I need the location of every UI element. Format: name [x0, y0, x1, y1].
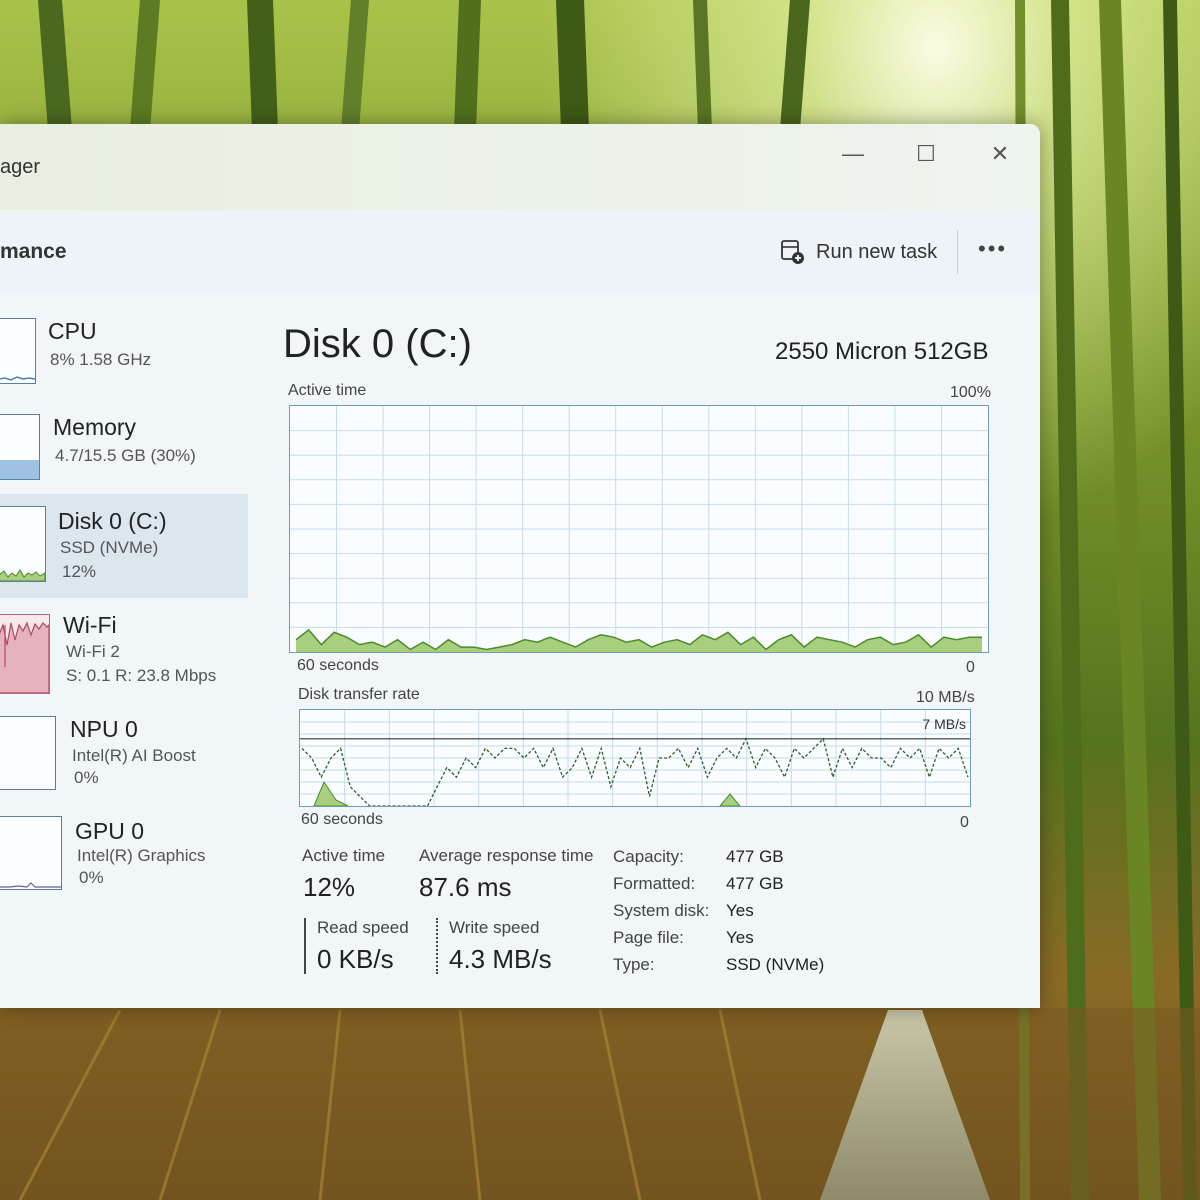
page-heading: Disk 0 (C:)	[283, 322, 472, 366]
active-time-zero-label: 0	[966, 659, 975, 676]
transfer-rate-line-label: 7 MB/s	[922, 716, 966, 732]
write-speed-line	[301, 737, 969, 807]
transfer-rate-chart	[300, 710, 970, 807]
run-new-task-button[interactable]: Run new task	[780, 236, 937, 268]
page-file-value: Yes	[726, 928, 754, 947]
avg-response-value: 87.6 ms	[419, 872, 512, 902]
transfer-rate-zero-label: 0	[960, 814, 969, 831]
sidebar-item-gpu-0[interactable]: GPU 0 Intel(R) Graphics 0%	[0, 808, 248, 912]
read-activity-area	[718, 793, 742, 807]
sidebar-item-label: Wi-Fi	[63, 612, 117, 638]
sidebar-item-wifi[interactable]: Wi-Fi Wi-Fi 2 S: 0.1 R: 23.8 Mbps	[0, 606, 248, 710]
sidebar-item-usage: 12%	[62, 562, 97, 581]
sidebar-item-detail: 8% 1.58 GHz	[50, 350, 152, 369]
run-new-task-label: Run new task	[816, 240, 938, 263]
read-speed-value: 0 KB/s	[317, 944, 394, 974]
formatted-label: Formatted:	[613, 874, 696, 893]
sidebar-item-usage: 0%	[74, 768, 99, 787]
window-title: ager	[0, 156, 41, 178]
minimize-button[interactable]: —	[833, 134, 873, 174]
capacity-value: 477 GB	[726, 847, 784, 866]
sidebar-item-detail: Intel(R) Graphics	[77, 846, 206, 865]
active-time-graph-label: Active time	[288, 382, 367, 399]
memory-fill	[0, 459, 39, 479]
sidebar-item-detail: Intel(R) AI Boost	[72, 746, 196, 765]
sidebar-item-label: CPU	[48, 318, 97, 344]
transfer-rate-duration-label: 60 seconds	[301, 811, 383, 828]
sidebar-item-memory[interactable]: Memory 4.7/15.5 GB (30%)	[0, 404, 248, 508]
maximize-button[interactable]: ☐	[906, 134, 946, 174]
close-button[interactable]: ✕	[980, 134, 1020, 174]
wifi-thumbnail	[0, 614, 50, 694]
active-time-stat-value: 12%	[303, 872, 356, 902]
memory-thumbnail	[0, 414, 40, 480]
sidebar-item-disk-0[interactable]: Disk 0 (C:) SSD (NVMe) 12%	[0, 494, 248, 598]
active-time-max-label: 100%	[950, 384, 991, 401]
sidebar-item-label: Disk 0 (C:)	[58, 508, 167, 534]
system-disk-label: System disk:	[613, 901, 710, 920]
sidebar-item-usage: 0%	[79, 868, 104, 887]
transfer-rate-max-label: 10 MB/s	[916, 689, 975, 706]
more-options-icon[interactable]: •••	[978, 236, 1007, 262]
type-label: Type:	[613, 955, 655, 974]
active-time-duration-label: 60 seconds	[297, 657, 379, 674]
npu-thumbnail	[0, 716, 56, 790]
divider	[957, 230, 958, 274]
avg-response-label: Average response time	[419, 846, 594, 865]
cpu-sparkline	[0, 376, 35, 381]
active-time-graph	[289, 405, 989, 653]
disk-sparkline	[0, 569, 45, 581]
sidebar-item-detail: SSD (NVMe)	[60, 538, 159, 557]
run-task-icon	[781, 240, 804, 264]
active-time-stat-label: Active time	[302, 846, 386, 865]
page-title: mance	[0, 240, 67, 263]
cpu-thumbnail	[0, 318, 36, 384]
gpu-thumbnail	[0, 816, 62, 890]
disk-model: 2550 Micron 512GB	[775, 338, 989, 365]
wifi-sparkline	[0, 621, 49, 693]
command-bar: mance Run new task •••	[0, 210, 1040, 294]
disk-thumbnail	[0, 506, 46, 582]
active-time-chart	[290, 406, 988, 652]
sidebar-item-npu-0[interactable]: NPU 0 Intel(R) AI Boost 0%	[0, 708, 248, 812]
transfer-rate-graph-label: Disk transfer rate	[298, 686, 420, 703]
capacity-label: Capacity:	[613, 847, 684, 866]
sidebar-item-detail: Wi-Fi 2	[66, 642, 120, 661]
formatted-value: 477 GB	[726, 874, 784, 893]
transfer-rate-graph: 7 MB/s	[299, 709, 971, 807]
system-disk-value: Yes	[726, 901, 754, 920]
write-speed-label: Write speed	[449, 918, 540, 937]
sidebar-item-label: NPU 0	[70, 716, 138, 742]
sidebar-item-detail: 4.7/15.5 GB (30%)	[55, 446, 196, 465]
gpu-sparkline	[0, 882, 61, 888]
write-speed-value: 4.3 MB/s	[449, 944, 552, 974]
sidebar-item-cpu[interactable]: CPU 8% 1.58 GHz	[0, 306, 248, 410]
title-bar: ager — ☐ ✕	[0, 124, 1040, 210]
sidebar-item-label: GPU 0	[75, 818, 145, 844]
read-speed-label: Read speed	[317, 918, 409, 937]
type-value: SSD (NVMe)	[726, 955, 825, 974]
write-speed-legend-line	[436, 918, 438, 974]
sidebar-item-throughput: S: 0.1 R: 23.8 Mbps	[66, 666, 217, 685]
page-file-label: Page file:	[613, 928, 684, 947]
read-speed-legend-line	[304, 918, 306, 974]
sidebar-item-label: Memory	[53, 414, 137, 440]
